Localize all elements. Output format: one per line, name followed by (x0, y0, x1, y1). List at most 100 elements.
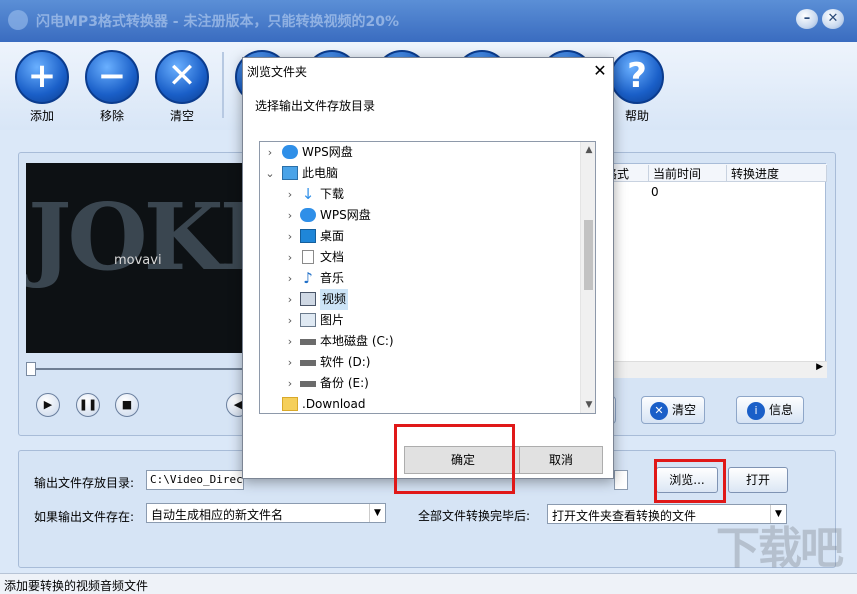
scroll-up-icon[interactable]: ▲ (581, 142, 595, 158)
chevron-right-icon[interactable]: › (284, 184, 296, 205)
tree-item-label: 此电脑 (302, 166, 339, 180)
title-bar: 闪电MP3格式转换器 - 未注册版本，只能转换视频的20% – ✕ (0, 0, 857, 42)
after-conversion-label: 全部文件转换完毕后: (418, 509, 531, 523)
tree-item-downloads[interactable]: › ↓ 下载 (260, 184, 580, 205)
chevron-down-icon[interactable]: ▼ (369, 504, 385, 522)
clear-button[interactable]: ✕ 清空 (152, 50, 212, 130)
tree-item-music[interactable]: › ♪ 音乐 (260, 268, 580, 289)
video-icon (300, 292, 316, 306)
scroll-right-icon[interactable]: ▶ (816, 362, 823, 372)
chevron-right-icon[interactable]: › (284, 226, 296, 247)
close-icon[interactable]: ✕ (822, 9, 844, 29)
x-icon: ✕ (155, 50, 209, 104)
add-label: 添加 (29, 109, 54, 123)
horizontal-scrollbar[interactable]: ▶ (601, 361, 827, 378)
tree-item-this-pc[interactable]: ⌄ 此电脑 (260, 163, 580, 184)
tree-item-drive-e[interactable]: › 备份 (E:) (260, 373, 580, 394)
folder-icon (282, 397, 298, 411)
tree-item-download-folder[interactable]: .Download (260, 394, 580, 413)
window-title: 闪电MP3格式转换器 - 未注册版本，只能转换视频的20% (36, 14, 400, 30)
chevron-right-icon[interactable]: › (284, 331, 296, 352)
scroll-down-icon[interactable]: ▼ (581, 397, 595, 413)
desktop-icon (300, 229, 316, 243)
question-icon: ? (610, 50, 664, 104)
chevron-right-icon[interactable]: › (284, 205, 296, 226)
video-title-art: JOKE (28, 183, 246, 291)
tree-item-label: 备份 (E:) (320, 376, 369, 390)
add-button[interactable]: + 添加 (12, 50, 72, 130)
file-exists-select[interactable]: 自动生成相应的新文件名 ▼ (146, 503, 386, 523)
dialog-prompt: 选择输出文件存放目录 (255, 99, 376, 113)
cloud-icon (282, 145, 298, 159)
folder-tree[interactable]: › WPS网盘 ⌄ 此电脑 › ↓ 下载 › WPS网盘 › 桌面 › 文档 ›… (259, 141, 596, 414)
open-button[interactable]: 打开 (728, 467, 788, 493)
header-progress[interactable]: 转换进度 (727, 165, 827, 181)
chevron-right-icon[interactable]: › (284, 289, 296, 310)
tree-item-wps-cloud[interactable]: › WPS网盘 (260, 142, 580, 163)
tree-item-label: 桌面 (320, 229, 345, 243)
tree-item-drive-d[interactable]: › 软件 (D:) (260, 352, 580, 373)
chevron-right-icon[interactable]: › (264, 142, 276, 163)
tree-item-pictures[interactable]: › 图片 (260, 310, 580, 331)
tree-item-label: WPS网盘 (302, 145, 353, 159)
tree-item-videos[interactable]: › 视频 (260, 289, 580, 310)
tree-item-label: 下载 (320, 187, 345, 201)
plus-icon: + (15, 50, 69, 104)
chevron-right-icon[interactable]: › (284, 247, 296, 268)
music-icon: ♪ (303, 269, 313, 287)
minimize-icon[interactable]: – (796, 9, 818, 29)
toolbar-separator (222, 52, 224, 118)
output-dir-field-end[interactable] (614, 470, 628, 490)
tree-item-wps-cloud-2[interactable]: › WPS网盘 (260, 205, 580, 226)
tree-item-label: 本地磁盘 (C:) (320, 334, 394, 348)
list-clear-label: 清空 (671, 403, 696, 417)
info-label: 信息 (768, 403, 793, 417)
remove-label: 移除 (99, 109, 124, 123)
output-dir-label: 输出文件存放目录: (34, 476, 135, 490)
header-current-time[interactable]: 当前时间 (649, 165, 727, 181)
video-watermark: movavi (114, 253, 162, 268)
document-icon (302, 250, 314, 264)
computer-icon (282, 166, 298, 180)
file-list-table[interactable]: 格式 当前时间 转换进度 0 ▶ (600, 163, 827, 378)
tree-item-label: 图片 (320, 313, 345, 327)
chevron-right-icon[interactable]: › (284, 373, 296, 394)
cancel-button[interactable]: 取消 (519, 446, 603, 474)
tree-item-documents[interactable]: › 文档 (260, 247, 580, 268)
download-icon: ↓ (301, 185, 315, 203)
chevron-right-icon[interactable]: › (284, 310, 296, 331)
dialog-close-icon[interactable]: ✕ (588, 58, 612, 84)
scroll-thumb[interactable] (584, 220, 593, 290)
minus-icon: − (85, 50, 139, 104)
drive-icon (300, 360, 316, 366)
x-icon: ✕ (649, 401, 668, 420)
tree-scrollbar[interactable]: ▲ ▼ (580, 142, 595, 413)
highlight-browse-box (654, 459, 726, 503)
tree-item-label: 软件 (D:) (320, 355, 371, 369)
stop-icon[interactable]: ■ (115, 393, 139, 417)
row-current-time: 0 (651, 185, 659, 199)
clear-label: 清空 (169, 109, 194, 123)
chevron-right-icon[interactable]: › (284, 352, 296, 373)
tree-item-drive-c[interactable]: › 本地磁盘 (C:) (260, 331, 580, 352)
pause-icon[interactable]: ❚❚ (76, 393, 100, 417)
output-dir-field[interactable]: C:\Video_Directo (146, 470, 244, 490)
app-logo-icon (8, 10, 28, 30)
chevron-right-icon[interactable]: › (284, 268, 296, 289)
info-button[interactable]: i 信息 (736, 396, 804, 424)
tree-item-desktop[interactable]: › 桌面 (260, 226, 580, 247)
help-button[interactable]: ? 帮助 (607, 50, 667, 130)
seek-slider[interactable] (26, 362, 244, 376)
play-icon[interactable]: ▶ (36, 393, 60, 417)
info-icon: i (746, 401, 765, 420)
chevron-down-icon[interactable]: ⌄ (264, 163, 276, 184)
seek-handle[interactable] (26, 362, 36, 376)
remove-button[interactable]: − 移除 (82, 50, 142, 130)
picture-icon (300, 313, 316, 327)
browse-folder-dialog: 浏览文件夹 ✕ 选择输出文件存放目录 › WPS网盘 ⌄ 此电脑 › ↓ 下载 … (242, 57, 614, 494)
tree-item-label: 文档 (320, 250, 345, 264)
list-clear-button[interactable]: ✕ 清空 (641, 396, 705, 424)
file-exists-label: 如果输出文件存在: (34, 510, 135, 524)
video-preview: JOKE movavi (26, 163, 246, 353)
tree-item-label: WPS网盘 (320, 208, 371, 222)
